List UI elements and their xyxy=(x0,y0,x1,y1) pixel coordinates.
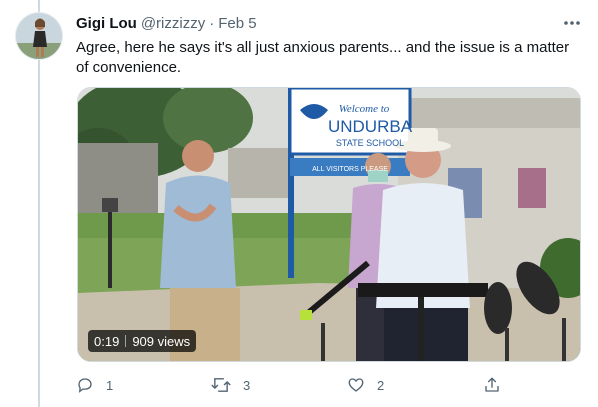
reply-icon xyxy=(78,378,92,393)
video-duration: 0:19 xyxy=(94,333,120,349)
tweet-date[interactable]: Feb 5 xyxy=(218,15,256,32)
retweet-icon xyxy=(211,378,231,392)
sign-line-1: Welcome to xyxy=(339,103,390,115)
retweet-count: 3 xyxy=(243,377,251,393)
tweet-text: Agree, here he says it's all just anxiou… xyxy=(76,39,570,76)
retweet-button[interactable]: 3 xyxy=(211,372,250,398)
share-button[interactable] xyxy=(483,372,501,398)
tweet-actions: 1 3 2 xyxy=(76,372,506,398)
author-handle[interactable]: @rizzizzy xyxy=(141,15,205,32)
separator-dot: · xyxy=(209,14,215,32)
reply-button[interactable]: 1 xyxy=(76,372,113,398)
tweet-header: Gigi Lou @rizzizzy · Feb 5 xyxy=(76,13,257,33)
avatar[interactable] xyxy=(15,12,63,60)
video-info-badge: 0:19 909 views xyxy=(88,330,197,352)
thread-line xyxy=(38,0,40,407)
reply-count: 1 xyxy=(106,377,114,393)
like-count: 2 xyxy=(377,377,385,393)
like-button[interactable]: 2 xyxy=(347,372,384,398)
author-name[interactable]: Gigi Lou xyxy=(76,15,137,32)
more-icon xyxy=(564,21,580,25)
more-button[interactable] xyxy=(559,12,585,34)
sign-line-3: STATE SCHOOL xyxy=(336,138,404,148)
video-views: 909 views xyxy=(132,333,191,349)
avatar-photo xyxy=(16,13,62,59)
share-icon xyxy=(485,377,499,392)
video-player[interactable]: Welcome to UNDURBA STATE SCHOOL ALL VISI… xyxy=(77,87,581,362)
badge-divider xyxy=(125,335,127,347)
sign-line-2: UNDURBA xyxy=(328,117,413,136)
video-frame: Welcome to UNDURBA STATE SCHOOL ALL VISI… xyxy=(78,88,580,361)
like-icon xyxy=(348,378,364,392)
sign-sub-line: ALL VISITORS PLEASE xyxy=(312,166,388,173)
